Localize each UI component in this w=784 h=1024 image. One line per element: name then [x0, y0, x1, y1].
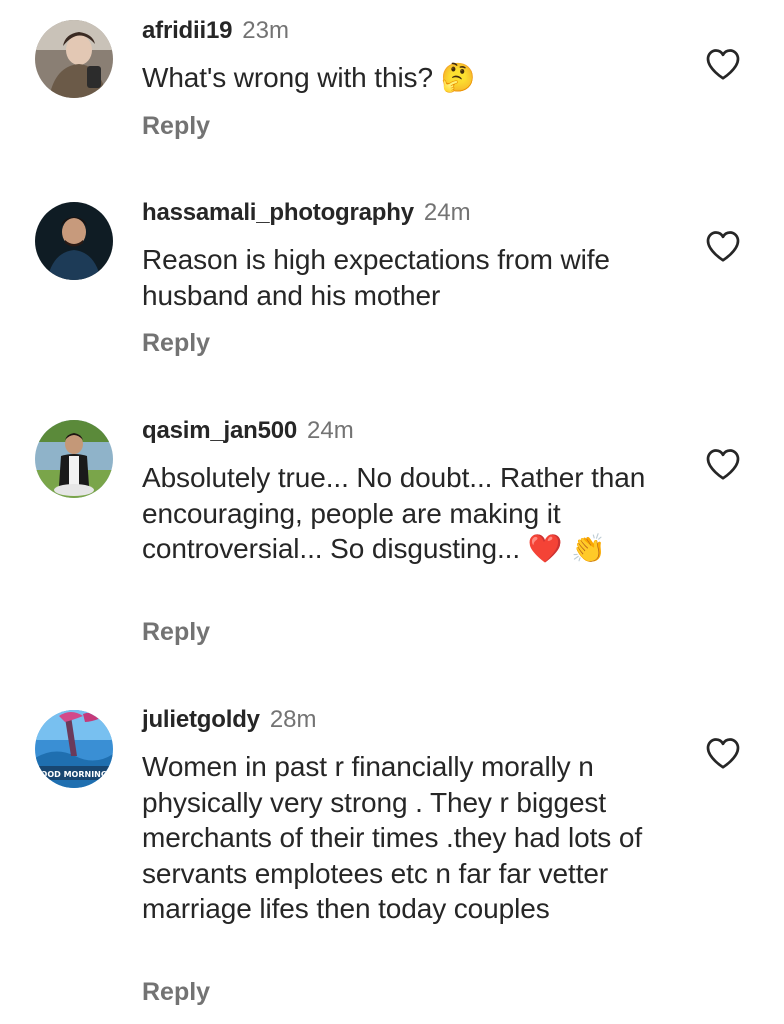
avatar-photo	[35, 202, 113, 280]
comment-item: afridii19 23m What's wrong with this? 🤔 R…	[0, 0, 784, 180]
reply-button[interactable]: Reply	[142, 328, 210, 358]
reply-button[interactable]: Reply	[142, 111, 210, 141]
comment-text: Reason is high expectations from wife hu…	[142, 242, 682, 313]
reply-button[interactable]: Reply	[142, 977, 210, 1007]
username[interactable]: julietgoldy	[142, 706, 260, 733]
comment-body: Reason is high expectations from wife hu…	[142, 244, 610, 311]
comment-meta: qasim_jan500 24m	[142, 416, 354, 446]
avatar[interactable]	[35, 420, 113, 498]
comment-text: What's wrong with this? 🤔	[142, 60, 682, 96]
avatar[interactable]	[35, 202, 113, 280]
comment-text: Women in past r financially morally n ph…	[142, 749, 672, 927]
comment-body: What's wrong with this?	[142, 62, 433, 93]
timestamp: 24m	[423, 199, 471, 226]
avatar-caption: OOD MORNING	[41, 770, 108, 779]
avatar[interactable]: OOD MORNING	[35, 710, 113, 788]
heart-outline-icon	[706, 738, 740, 769]
timestamp: 24m	[307, 417, 354, 444]
comment-item: OOD MORNING julietgoldy 28m Women in past…	[0, 690, 784, 1024]
comment-meta: julietgoldy 28m	[142, 705, 317, 735]
comment-body: Women in past r financially morally n ph…	[142, 751, 643, 924]
heart-outline-icon	[706, 449, 740, 480]
username[interactable]: qasim_jan500	[142, 417, 297, 444]
comment-text: Absolutely true... No doubt... Rather th…	[142, 460, 662, 567]
avatar[interactable]	[35, 20, 113, 98]
like-button[interactable]	[705, 447, 741, 481]
comment-item: hassamali_photography 24m Reason is high …	[0, 180, 784, 400]
timestamp: 28m	[269, 706, 317, 733]
thinking-face-emoji: 🤔	[440, 61, 476, 94]
comment-item: qasim_jan500 24m Absolutely true... No do…	[0, 400, 784, 700]
reply-button[interactable]: Reply	[142, 617, 210, 647]
heart-clap-emoji: ❤️ 👏	[527, 532, 607, 565]
avatar-photo	[35, 20, 113, 98]
avatar-photo: OOD MORNING	[35, 710, 113, 788]
username[interactable]: hassamali_photography	[142, 199, 414, 226]
like-button[interactable]	[705, 229, 741, 263]
comment-meta: afridii19 23m	[142, 16, 289, 46]
heart-outline-icon	[706, 231, 740, 262]
like-button[interactable]	[705, 47, 741, 81]
timestamp: 23m	[242, 17, 289, 44]
like-button[interactable]	[705, 736, 741, 770]
avatar-photo	[35, 420, 113, 498]
comment-meta: hassamali_photography 24m	[142, 198, 471, 228]
heart-outline-icon	[706, 49, 740, 80]
username[interactable]: afridii19	[142, 17, 232, 44]
